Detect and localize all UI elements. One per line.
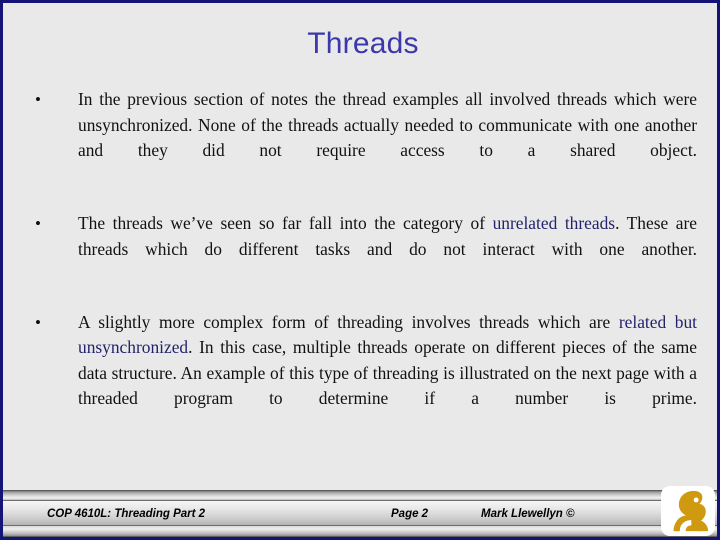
slide-footer: COP 4610L: Threading Part 2 Page 2 Mark … [3,490,717,537]
bullet-marker: • [35,90,41,109]
ucf-pegasus-logo [661,486,715,536]
bullet-segment: A slightly more complex form of threadin… [78,311,619,332]
list-item: • In the previous section of notes the t… [25,87,697,189]
bullet-text: The threads we’ve seen so far fall into … [78,211,697,288]
bullet-marker: • [35,214,41,233]
bullet-marker: • [35,312,41,332]
page-title: Threads [307,27,419,60]
footer-course-label: COP 4610L: Threading Part 2 [47,508,206,520]
bullet-text: A slightly more complex form of threadin… [78,310,697,438]
bullet-text: In the previous section of notes the thr… [78,87,697,189]
bullet-segment: In the previous section of notes the thr… [78,89,697,160]
bullet-segment: The threads we’ve seen so far fall into … [78,213,493,233]
highlighted-term: unrelated threads [492,213,616,233]
list-item: • A slightly more complex form of thread… [25,310,697,438]
list-item: • The threads we’ve seen so far fall int… [25,211,697,288]
slide-body: • In the previous section of notes the t… [25,87,697,437]
footer-top-strip [3,490,717,501]
footer-author-label: Mark Llewellyn © [481,508,575,520]
presentation-slide: Threads • In the previous section of not… [0,0,720,540]
footer-bottom-strip [3,526,717,537]
footer-page-number: Page 2 [391,508,429,520]
